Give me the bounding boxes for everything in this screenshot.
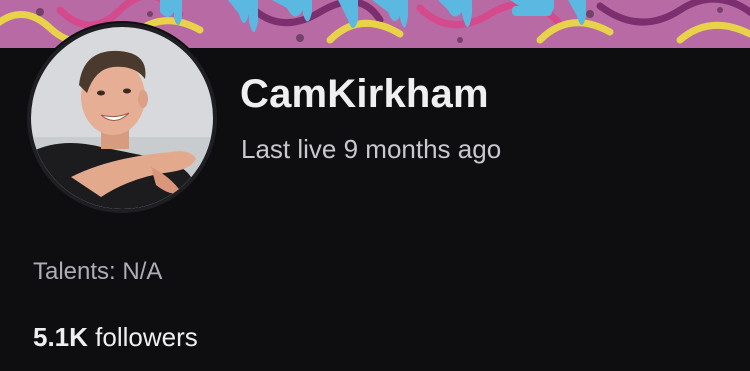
followers-count: 5.1K followers [33, 323, 198, 352]
followers-label: followers [95, 322, 198, 352]
channel-name[interactable]: CamKirkham [240, 74, 489, 114]
followers-number: 5.1K [33, 322, 88, 352]
avatar[interactable] [27, 23, 217, 213]
last-live-status: Last live 9 months ago [241, 134, 502, 164]
talents-info: Talents: N/A [33, 258, 163, 285]
avatar-photo [31, 27, 213, 209]
channel-header: CamKirkham Last live 9 months ago Talent… [0, 0, 750, 371]
